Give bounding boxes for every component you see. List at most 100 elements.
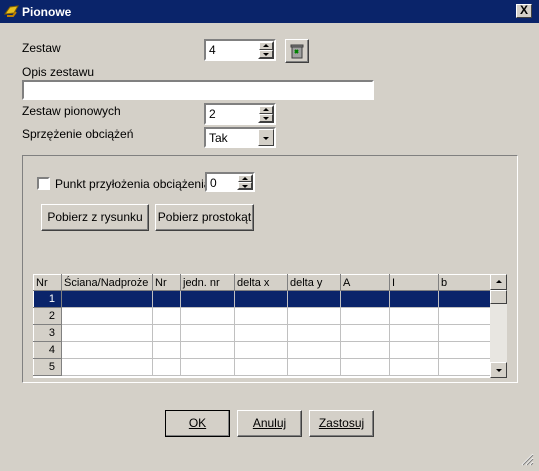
- row-number[interactable]: 3: [33, 324, 62, 342]
- table-cell[interactable]: [152, 358, 181, 376]
- column-header[interactable]: delta x: [234, 274, 288, 291]
- ok-button-label: OK: [188, 416, 207, 430]
- pionowych-spinner[interactable]: [258, 105, 274, 123]
- table-cell[interactable]: [152, 324, 181, 342]
- column-header[interactable]: I: [389, 274, 439, 291]
- table-row[interactable]: 3: [33, 324, 490, 342]
- zastosuj-button[interactable]: Zastosuj: [309, 410, 374, 437]
- app-icon: [4, 5, 19, 17]
- data-grid[interactable]: Nr Ściana/Nadproże Nr jedn. nr delta x delta …: [33, 274, 490, 378]
- vertical-scrollbar[interactable]: [490, 274, 507, 378]
- punkt-checkbox[interactable]: [37, 177, 50, 190]
- table-row[interactable]: 2: [33, 307, 490, 325]
- table-cell[interactable]: [234, 290, 288, 308]
- row-number[interactable]: 2: [33, 307, 62, 325]
- table-cell[interactable]: [180, 290, 235, 308]
- spin-up-icon[interactable]: [259, 106, 273, 114]
- table-cell[interactable]: [389, 290, 439, 308]
- row-number[interactable]: 5: [33, 358, 62, 376]
- anuluj-button[interactable]: Anuluj: [237, 410, 302, 437]
- pobierz-z-rysunku-button[interactable]: Pobierz z rysunku: [41, 204, 149, 231]
- table-row[interactable]: 4: [33, 341, 490, 359]
- table-cell[interactable]: [61, 307, 153, 325]
- resize-grip-icon[interactable]: [520, 452, 534, 466]
- table-cell[interactable]: [438, 290, 490, 308]
- delete-set-button[interactable]: [285, 39, 309, 63]
- spin-down-icon[interactable]: [238, 182, 252, 189]
- punkt-spinbox[interactable]: 0: [205, 172, 255, 192]
- scroll-down-button[interactable]: [490, 362, 507, 378]
- table-cell[interactable]: [234, 358, 288, 376]
- table-cell[interactable]: [389, 358, 439, 376]
- dropdown-button[interactable]: [258, 129, 274, 146]
- title-bar[interactable]: [0, 0, 539, 23]
- row-number[interactable]: 4: [33, 341, 62, 359]
- table-cell[interactable]: [234, 307, 288, 325]
- table-cell[interactable]: [180, 307, 235, 325]
- opis-input[interactable]: [22, 80, 374, 100]
- table-cell[interactable]: [340, 307, 390, 325]
- sprzezenie-value: Tak: [209, 131, 228, 145]
- table-cell[interactable]: [61, 358, 153, 376]
- chevron-down-icon: [263, 136, 269, 140]
- table-cell[interactable]: [287, 324, 341, 342]
- table-cell[interactable]: [180, 341, 235, 359]
- table-cell[interactable]: [438, 341, 490, 359]
- spin-down-icon[interactable]: [259, 114, 273, 122]
- scroll-thumb[interactable]: [490, 290, 507, 304]
- table-cell[interactable]: [287, 358, 341, 376]
- table-row[interactable]: 5: [33, 358, 490, 376]
- arrow-up-icon: [495, 280, 502, 283]
- sprzezenie-select[interactable]: Tak: [204, 127, 276, 148]
- pionowych-spinbox[interactable]: 2: [204, 103, 276, 125]
- table-cell[interactable]: [180, 358, 235, 376]
- row-number[interactable]: 1: [33, 290, 62, 308]
- table-cell[interactable]: [287, 341, 341, 359]
- scroll-up-button[interactable]: [490, 274, 507, 290]
- punkt-spinner[interactable]: [237, 174, 253, 190]
- spin-down-icon[interactable]: [259, 50, 273, 58]
- table-cell[interactable]: [180, 324, 235, 342]
- punkt-label: Punkt przyłożenia obciążenia: [55, 177, 211, 191]
- table-cell[interactable]: [152, 307, 181, 325]
- spin-up-icon[interactable]: [238, 175, 252, 182]
- ok-button[interactable]: OK: [165, 410, 230, 437]
- column-header[interactable]: delta y: [287, 274, 341, 291]
- table-cell[interactable]: [340, 324, 390, 342]
- spin-up-icon[interactable]: [259, 42, 273, 50]
- table-cell[interactable]: [234, 341, 288, 359]
- column-header[interactable]: Nr: [152, 274, 181, 291]
- table-row[interactable]: 1: [33, 290, 490, 308]
- table-cell[interactable]: [389, 324, 439, 342]
- trash-icon: [290, 44, 304, 59]
- zestaw-spinner[interactable]: [258, 41, 274, 59]
- table-cell[interactable]: [389, 307, 439, 325]
- zestaw-spinbox[interactable]: 4: [204, 39, 276, 61]
- table-cell[interactable]: [234, 324, 288, 342]
- arrow-down-icon: [495, 369, 502, 372]
- close-button[interactable]: X: [516, 4, 532, 18]
- column-header[interactable]: jedn. nr: [180, 274, 235, 291]
- column-header[interactable]: b: [438, 274, 490, 291]
- column-header[interactable]: A: [340, 274, 390, 291]
- table-cell[interactable]: [340, 358, 390, 376]
- table-cell[interactable]: [340, 341, 390, 359]
- table-cell[interactable]: [152, 290, 181, 308]
- table-cell[interactable]: [389, 341, 439, 359]
- table-cell[interactable]: [340, 290, 390, 308]
- table-cell[interactable]: [61, 324, 153, 342]
- column-header[interactable]: Ściana/Nadproże: [61, 274, 153, 291]
- zastosuj-button-label: Zastosuj: [318, 416, 365, 430]
- pobierz-prostokat-button[interactable]: Pobierz prostokąt: [155, 204, 254, 231]
- table-cell[interactable]: [152, 341, 181, 359]
- opis-label: Opis zestawu: [22, 65, 95, 79]
- column-header[interactable]: Nr: [33, 274, 62, 291]
- table-cell[interactable]: [438, 358, 490, 376]
- table-cell[interactable]: [438, 307, 490, 325]
- sprzezenie-label: Sprzężenie obciążeń: [22, 127, 134, 141]
- table-cell[interactable]: [61, 341, 153, 359]
- table-cell[interactable]: [438, 324, 490, 342]
- table-cell[interactable]: [287, 290, 341, 308]
- table-cell[interactable]: [287, 307, 341, 325]
- table-cell[interactable]: [61, 290, 153, 308]
